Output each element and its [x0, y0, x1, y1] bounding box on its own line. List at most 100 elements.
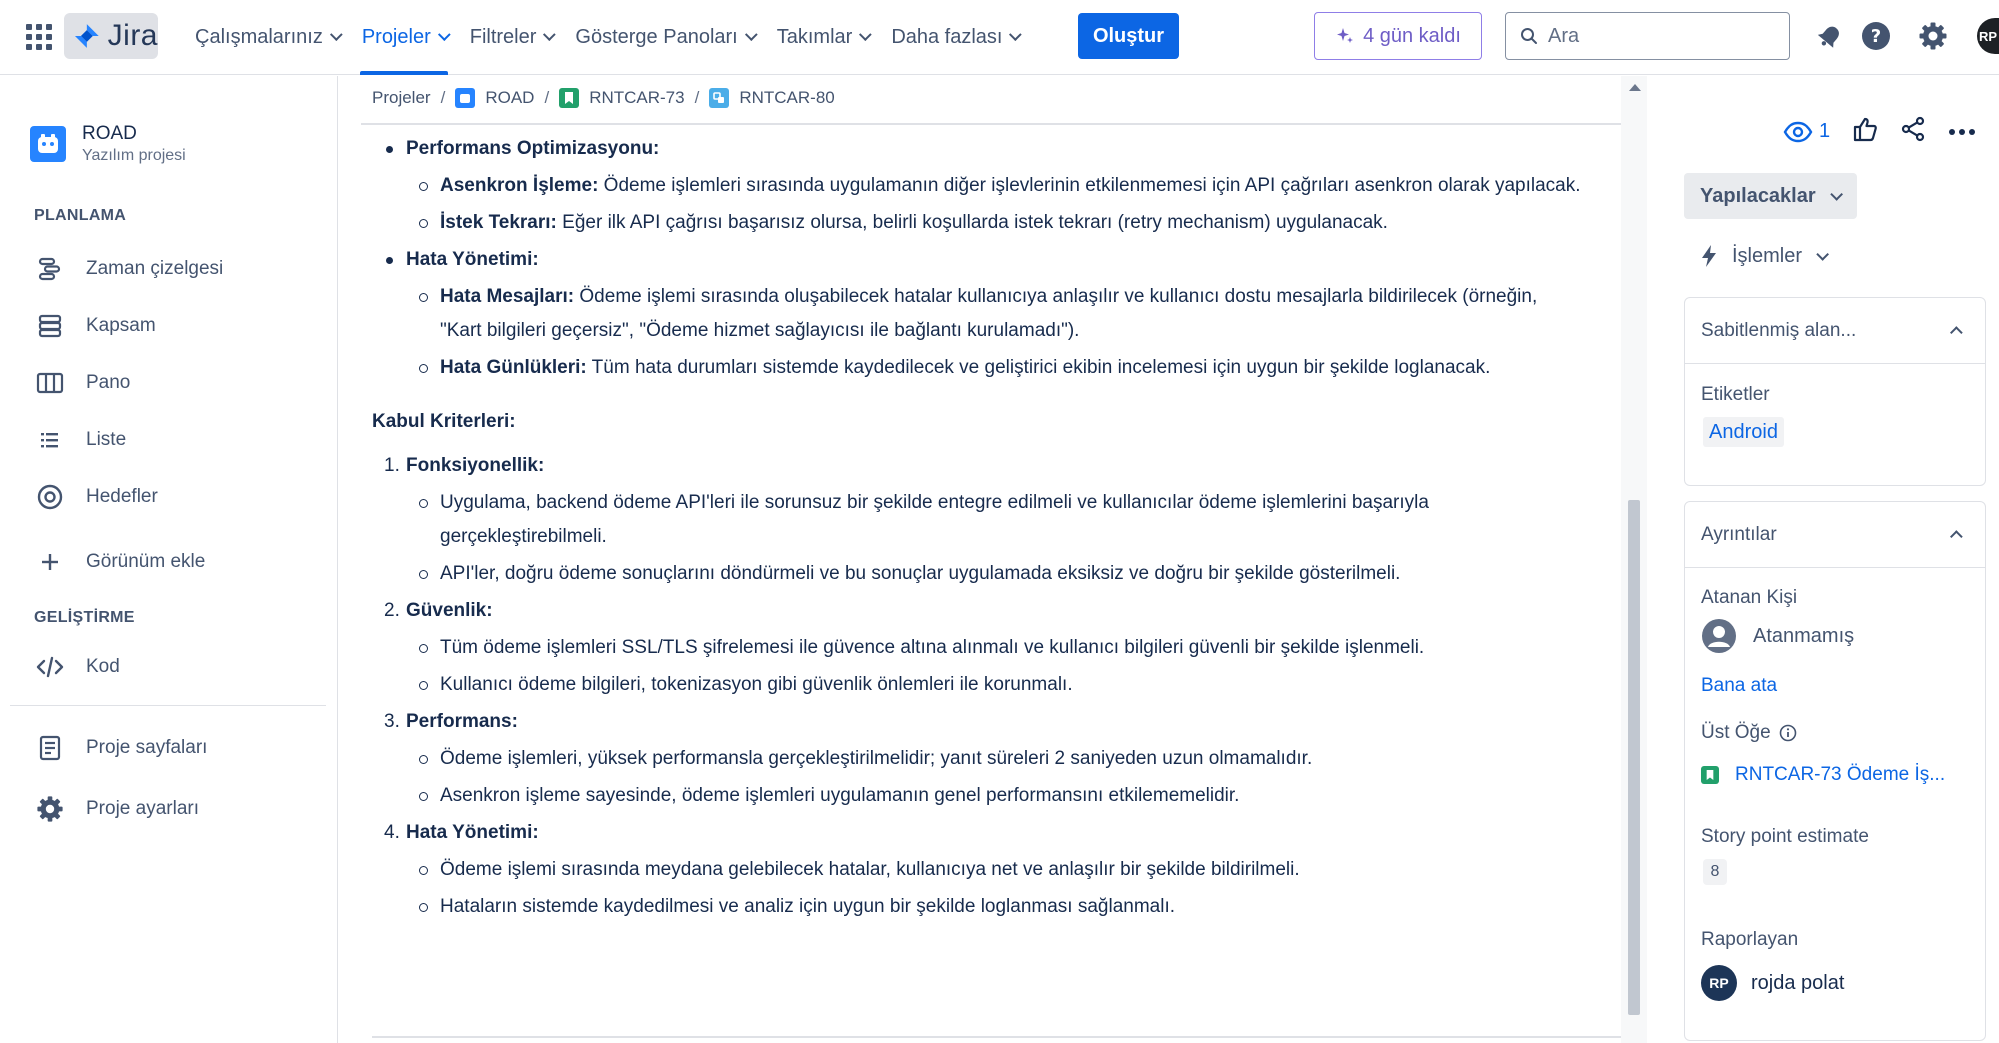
story-points-value[interactable]: 8 [1703, 859, 1727, 885]
search-box[interactable] [1505, 12, 1790, 60]
nav-projects[interactable]: Projeler [350, 0, 458, 75]
scroll-up-arrow-icon[interactable] [1629, 84, 1641, 91]
nav-dashboards[interactable]: Gösterge Panoları [563, 0, 764, 75]
project-header[interactable]: ROAD Yazılım projesi [30, 123, 186, 165]
nav-label: Gösterge Panoları [575, 26, 738, 48]
criteria-number: 4. [384, 822, 400, 843]
item-title: Hata Mesajları: [440, 286, 575, 307]
criteria-title: Güvenlik: [406, 600, 493, 621]
assignee-field-label: Atanan Kişi [1701, 587, 1798, 608]
assign-to-me-link[interactable]: Bana ata [1701, 675, 1777, 697]
criteria-number: 2. [384, 600, 400, 621]
share-icon[interactable] [1900, 116, 1926, 147]
chevron-down-icon [1009, 28, 1023, 42]
label-tag[interactable]: Android [1703, 417, 1784, 447]
bullet [419, 866, 428, 875]
like-icon[interactable] [1852, 116, 1878, 147]
nav-more[interactable]: Daha fazlası [879, 0, 1029, 75]
top-navigation: Jira Çalışmalarınız Projeler Filtreler G… [0, 0, 1999, 75]
breadcrumb: Projeler / ROAD / RNTCAR-73 / RNTCAR-80 [372, 88, 835, 108]
pinned-fields-title: Sabitlenmiş alan... [1701, 319, 1857, 341]
sidebar-item-label: Liste [86, 429, 127, 450]
sidebar-item-goals[interactable]: Hedefler [34, 477, 324, 517]
sidebar-item-label: Hedefler [86, 486, 158, 507]
app-switcher-icon[interactable] [24, 22, 54, 52]
nav-filters[interactable]: Filtreler [458, 0, 564, 75]
breadcrumb-current-label: RNTCAR-80 [739, 88, 835, 107]
content-bottom-divider [372, 1036, 1628, 1038]
item-text: Uygulama, backend ödeme API'leri ile sor… [440, 492, 1429, 547]
code-icon [34, 651, 66, 683]
nav-your-work[interactable]: Çalışmalarınız [183, 0, 350, 75]
parent-label-text: Üst Öğe [1701, 722, 1771, 743]
item-text: Ödeme işlemleri sırasında uygulamanın di… [598, 175, 1581, 196]
item-title: Asenkron İşleme: [440, 175, 599, 196]
item-title: İstek Tekrarı: [440, 212, 557, 233]
watchers-count: 1 [1819, 120, 1831, 142]
parent-issue-value: RNTCAR-73 Ödeme İş... [1735, 764, 1946, 785]
breadcrumb-project[interactable]: ROAD [455, 88, 534, 108]
sidebar-item-timeline[interactable]: Zaman çizelgesi [34, 249, 324, 289]
reporter-field[interactable]: RP rojda polat [1701, 965, 1844, 1001]
sidebar-item-label: Zaman çizelgesi [86, 258, 224, 279]
details-title: Ayrıntılar [1701, 523, 1777, 545]
bullet [419, 681, 428, 690]
content-scrollbar[interactable] [1621, 76, 1647, 1043]
story-points-label: Story point estimate [1701, 826, 1869, 847]
parent-field-label: Üst Öğe [1701, 722, 1797, 744]
settings-icon[interactable] [1915, 18, 1951, 54]
sidebar-item-backlog[interactable]: Kapsam [34, 306, 324, 346]
actions-label: İşlemler [1732, 244, 1803, 267]
bullet [419, 219, 428, 228]
info-icon[interactable] [1779, 724, 1797, 742]
watch-button[interactable]: 1 [1783, 120, 1830, 143]
issue-description: Performans Optimizasyonu: Asenkron İşlem… [372, 132, 1612, 927]
nav-teams[interactable]: Takımlar [765, 0, 880, 75]
status-dropdown[interactable]: Yapılacaklar [1684, 173, 1857, 219]
item-text: Tüm ödeme işlemleri SSL/TLS şifrelemesi … [440, 637, 1425, 658]
sidebar-item-board[interactable]: Pano [34, 363, 324, 403]
help-icon[interactable]: ? [1858, 18, 1894, 54]
list-item: API'ler, doğru ödeme sonuçlarını döndürm… [372, 557, 1612, 591]
pages-icon [34, 732, 66, 764]
actions-dropdown[interactable]: İşlemler [1700, 236, 1830, 276]
bullet [419, 293, 428, 302]
chevron-down-icon [543, 28, 557, 42]
sidebar-item-label: Proje ayarları [86, 798, 199, 819]
header-divider [361, 123, 1629, 125]
details-header[interactable]: Ayrıntılar [1685, 502, 1985, 568]
nav-label: Takımlar [776, 26, 853, 48]
create-button[interactable]: Oluştur [1078, 13, 1179, 59]
sidebar-item-list[interactable]: Liste [34, 420, 324, 460]
breadcrumb-current[interactable]: RNTCAR-80 [709, 88, 835, 108]
section-development: GELİŞTİRME [34, 609, 135, 626]
sidebar-item-project-settings[interactable]: Proje ayarları [34, 789, 324, 829]
bullet [419, 792, 428, 801]
item-text: Ödeme işlemi sırasında meydana gelebilec… [440, 859, 1300, 880]
pinned-fields-header[interactable]: Sabitlenmiş alan... [1685, 298, 1985, 364]
assignee-field[interactable]: Atanmamış [1701, 618, 1854, 654]
parent-issue-link[interactable]: RNTCAR-73 Ödeme İş... [1701, 764, 1945, 786]
trial-button[interactable]: 4 gün kaldı [1314, 12, 1482, 60]
list-item: Performans Optimizasyonu: [372, 132, 1612, 166]
search-input[interactable] [1548, 24, 1768, 48]
more-actions-icon[interactable] [1948, 123, 1976, 141]
sidebar-item-add-view[interactable]: Görünüm ekle [34, 542, 324, 582]
jira-logo[interactable]: Jira [64, 13, 158, 59]
trial-label: 4 gün kaldı [1363, 24, 1461, 47]
breadcrumb-parent-label: RNTCAR-73 [589, 88, 685, 107]
user-avatar[interactable]: RP [1977, 18, 1999, 54]
scrollbar-thumb[interactable] [1628, 500, 1640, 1015]
breadcrumb-parent[interactable]: RNTCAR-73 [559, 88, 685, 108]
sidebar-item-project-pages[interactable]: Proje sayfaları [34, 728, 324, 768]
story-icon [1701, 766, 1719, 784]
item-text: Hataların sistemde kaydedilmesi ve anali… [440, 896, 1176, 917]
list-item: Tüm ödeme işlemleri SSL/TLS şifrelemesi … [372, 631, 1612, 665]
chevron-down-icon [1829, 187, 1843, 201]
notifications-icon[interactable] [1812, 18, 1848, 54]
sidebar-item-code[interactable]: Kod [34, 647, 324, 687]
chevron-down-icon [859, 28, 873, 42]
breadcrumb-separator: / [694, 88, 700, 107]
section-title: Performans Optimizasyonu: [406, 138, 660, 159]
breadcrumb-projects[interactable]: Projeler [372, 88, 431, 108]
